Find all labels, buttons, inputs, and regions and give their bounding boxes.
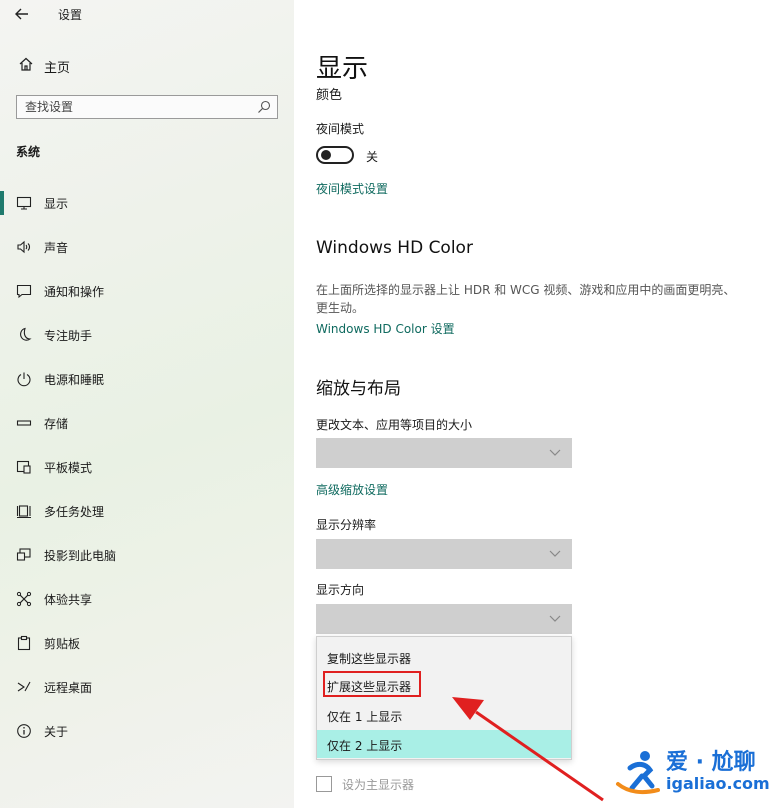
sidebar-item-storage[interactable]: 存储: [0, 403, 294, 443]
section-title: 系统: [16, 145, 41, 159]
night-mode-label: 夜间模式: [316, 122, 365, 136]
sidebar-item-label: 多任务处理: [44, 505, 105, 519]
text-size-label: 更改文本、应用等项目的大小: [316, 418, 473, 432]
multitask-icon: [16, 505, 31, 519]
sidebar-item-label: 通知和操作: [44, 285, 105, 299]
sidebar-item-label: 体验共享: [44, 593, 93, 607]
highlight-box: [323, 671, 421, 697]
sidebar-item-remote-desktop[interactable]: 远程桌面: [0, 667, 294, 707]
night-mode-state: 关: [366, 150, 379, 164]
watermark-title: 爱 · 尬聊: [666, 750, 756, 775]
sidebar: 设置 主页 系统 显示 声音 通知和操作: [0, 0, 294, 808]
sidebar-item-label: 专注助手: [44, 329, 93, 343]
sidebar-item-about[interactable]: 关于: [0, 711, 294, 751]
toggle-knob: [321, 150, 331, 160]
primary-display-checkbox[interactable]: [316, 776, 332, 792]
sidebar-item-clipboard[interactable]: 剪贴板: [0, 623, 294, 663]
sidebar-item-label: 关于: [44, 725, 69, 739]
resolution-label: 显示分辨率: [316, 518, 377, 532]
chevron-down-icon: [549, 550, 561, 557]
info-icon: [17, 724, 31, 738]
sidebar-item-label: 显示: [44, 197, 69, 211]
hdr-description: 在上面所选择的显示器上让 HDR 和 WCG 视频、游戏和应用中的画面更明亮、更…: [316, 283, 736, 315]
app-title: 设置: [58, 8, 83, 22]
back-arrow-icon: [15, 8, 28, 20]
orientation-select[interactable]: [316, 604, 572, 634]
runner-logo-icon: [616, 751, 660, 794]
sidebar-item-label: 主页: [44, 61, 71, 76]
sidebar-item-shared-experiences[interactable]: 体验共享: [0, 579, 294, 619]
scale-select[interactable]: [316, 438, 572, 468]
sidebar-item-focus-assist[interactable]: 专注助手: [0, 315, 294, 355]
dropdown-option-duplicate[interactable]: 复制这些显示器: [317, 643, 571, 671]
sidebar-item-notifications[interactable]: 通知和操作: [0, 271, 294, 311]
title-bar: 设置: [0, 0, 294, 30]
search-box[interactable]: [16, 95, 278, 119]
dropdown-option-only-2[interactable]: 仅在 2 上显示: [317, 730, 571, 758]
message-icon: [16, 284, 32, 299]
hdr-heading: Windows HD Color: [316, 238, 473, 258]
page-title: 显示: [316, 54, 369, 84]
sidebar-item-tablet[interactable]: 平板模式: [0, 447, 294, 487]
share-icon: [16, 591, 32, 607]
moon-icon: [20, 327, 32, 341]
sidebar-item-project[interactable]: 投影到此电脑: [0, 535, 294, 575]
home-icon: [19, 57, 33, 71]
resolution-select[interactable]: [316, 539, 572, 569]
sidebar-item-label: 剪贴板: [44, 637, 81, 651]
clipboard-icon: [17, 635, 31, 651]
active-indicator: [0, 191, 4, 215]
sidebar-item-label: 声音: [44, 241, 69, 255]
search-icon[interactable]: [257, 100, 271, 114]
color-heading: 颜色: [316, 88, 343, 103]
sidebar-item-label: 平板模式: [44, 461, 93, 475]
primary-display-label: 设为主显示器: [342, 778, 415, 792]
sidebar-item-sound[interactable]: 声音: [0, 227, 294, 267]
sidebar-item-display[interactable]: 显示: [0, 183, 294, 223]
search-input[interactable]: [25, 98, 245, 116]
sidebar-item-label: 远程桌面: [44, 681, 93, 695]
dropdown-option-only-1[interactable]: 仅在 1 上显示: [317, 701, 571, 729]
sidebar-item-label: 电源和睡眠: [44, 373, 105, 387]
tablet-icon: [16, 460, 31, 474]
watermark-url: igaliao.com: [666, 774, 770, 793]
back-button[interactable]: [12, 4, 32, 24]
main-content: 显示 颜色 夜间模式 关 夜间模式设置 Windows HD Color 在上面…: [294, 0, 778, 808]
hdr-settings-link[interactable]: Windows HD Color 设置: [316, 320, 455, 337]
sidebar-item-multitasking[interactable]: 多任务处理: [0, 491, 294, 531]
watermark: 爱 · 尬聊 igaliao.com: [614, 740, 778, 808]
chevron-down-icon: [549, 615, 561, 622]
sidebar-item-power[interactable]: 电源和睡眠: [0, 359, 294, 399]
project-icon: [16, 548, 31, 561]
storage-icon: [16, 420, 32, 426]
sidebar-item-home[interactable]: 主页: [0, 52, 294, 78]
remote-icon: [17, 681, 31, 692]
advanced-scaling-link[interactable]: 高级缩放设置: [316, 481, 388, 498]
night-mode-toggle[interactable]: [316, 146, 354, 164]
night-mode-settings-link[interactable]: 夜间模式设置: [316, 180, 388, 197]
sidebar-item-label: 投影到此电脑: [44, 549, 117, 563]
chevron-down-icon: [549, 449, 561, 456]
sidebar-item-label: 存储: [44, 417, 69, 431]
multiple-displays-dropdown: 复制这些显示器 扩展这些显示器 仅在 1 上显示 仅在 2 上显示: [316, 636, 572, 760]
speaker-icon: [17, 240, 31, 254]
scale-heading: 缩放与布局: [316, 379, 401, 399]
monitor-icon: [16, 196, 32, 210]
orientation-label: 显示方向: [316, 583, 365, 597]
power-icon: [17, 372, 31, 387]
